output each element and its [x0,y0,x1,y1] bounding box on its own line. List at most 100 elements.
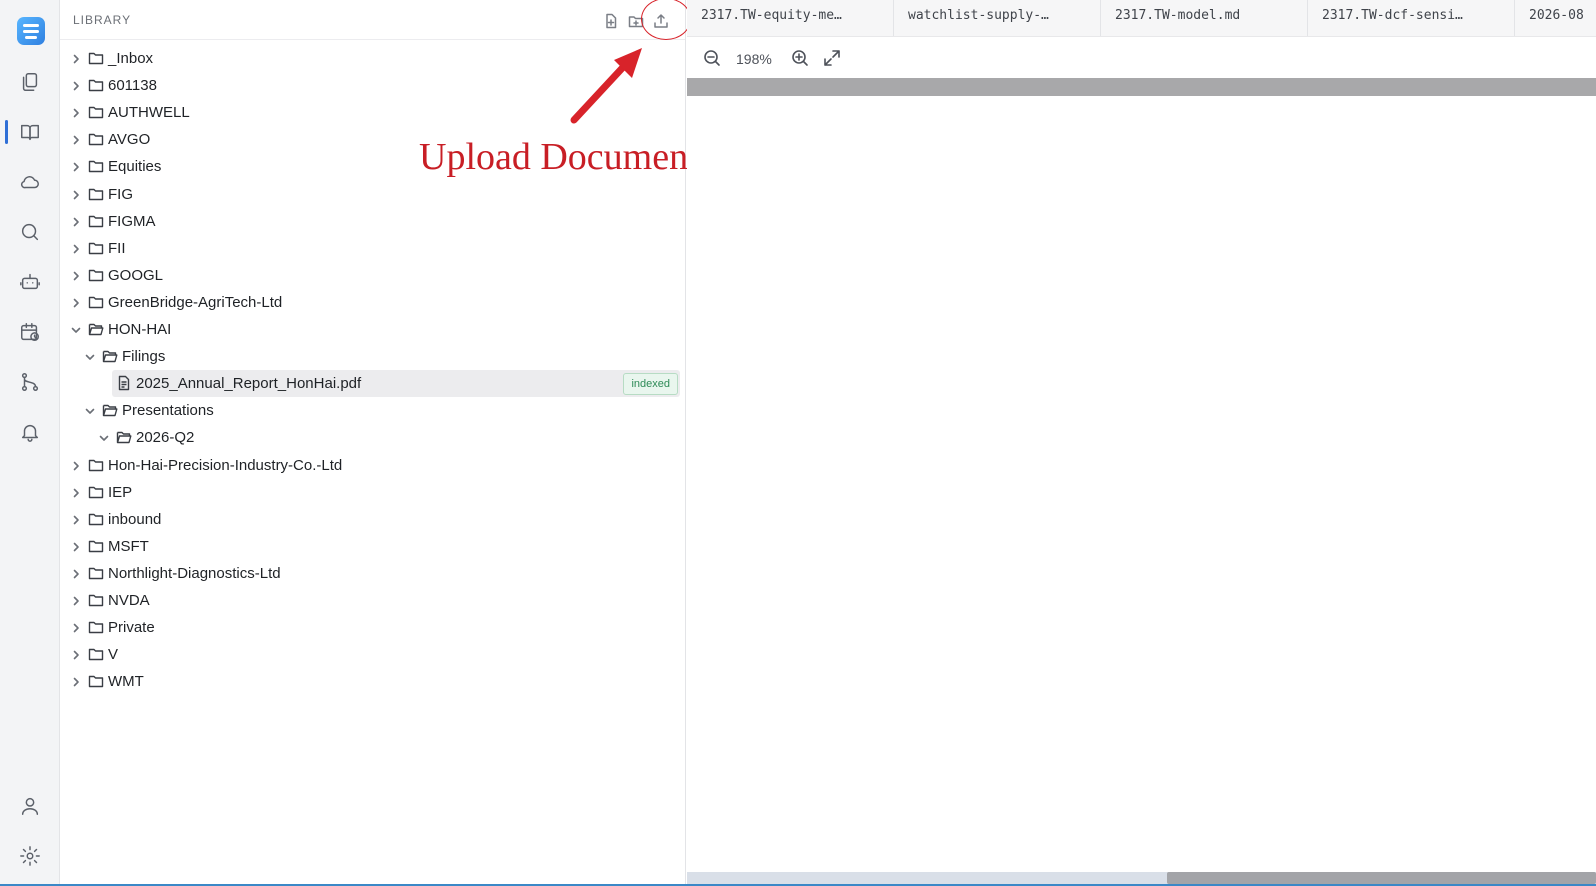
calendar-clock-icon[interactable] [0,312,60,352]
bell-icon[interactable] [0,412,60,452]
tree-folder-row[interactable]: Hon-Hai-Precision-Industry-Co.-Ltd [60,452,686,479]
chevron-right-icon[interactable] [70,188,82,200]
chevron-right-icon[interactable] [70,269,82,281]
folder-icon [88,511,104,527]
chevron-right-icon[interactable] [70,513,82,525]
tree-item-label: 2026-Q2 [136,429,195,447]
folder-icon [88,267,104,283]
cloud-icon[interactable] [0,162,60,202]
tree-folder-row[interactable]: FIGMA [60,208,686,235]
tree-folder-row[interactable]: Northlight-Diagnostics-Ltd [60,560,686,587]
zoom-out-icon[interactable] [703,49,721,67]
new-file-icon[interactable] [600,10,622,32]
folder-icon [88,457,104,473]
gear-icon[interactable] [0,836,60,876]
tree-folder-row[interactable]: GOOGL [60,262,686,289]
tree-item-label: IEP [108,483,133,501]
tree-item-label: Private [108,619,155,637]
chevron-down-icon[interactable] [98,431,110,443]
tree-item-label: MSFT [108,537,149,555]
file-icon [116,375,132,391]
tree-item-label: Presentations [122,402,214,420]
chevron-right-icon[interactable] [70,133,82,145]
tab-document[interactable]: 2026-08 [1515,0,1596,36]
tree-item-label: V [108,646,119,664]
tree-folder-row[interactable]: inbound [60,506,686,533]
zoom-in-icon[interactable] [791,49,809,67]
robot-icon[interactable] [0,262,60,302]
tab-document[interactable]: 2317.TW-equity-me… [687,0,894,36]
chevron-right-icon[interactable] [70,648,82,660]
tree-file-row[interactable]: 2025_Annual_Report_HonHai.pdf indexed [60,370,686,398]
tree-folder-row[interactable]: MSFT [60,533,686,560]
tree-folder-row[interactable]: V [60,641,686,668]
chevron-right-icon[interactable] [70,52,82,64]
document-page[interactable] [687,96,1596,872]
documents-icon[interactable] [0,62,60,102]
tree-item-label: Filings [122,348,166,366]
chevron-right-icon[interactable] [70,296,82,308]
tree-item-label: GreenBridge-AgriTech-Ltd [108,293,283,311]
icon-rail [0,0,60,886]
tree-folder-row[interactable]: Private [60,614,686,641]
tab-document[interactable]: 2317.TW-dcf-sensi… [1308,0,1515,36]
tab-document[interactable]: watchlist-supply-… [894,0,1101,36]
chevron-down-icon[interactable] [70,323,82,335]
chevron-right-icon[interactable] [70,486,82,498]
tree-folder-row[interactable]: Filings [60,343,686,370]
tree-item-label: AVGO [108,131,151,149]
library-panel: LIBRARY _Inbox 601138 AUTHWELL AVGO Equities… [60,0,686,886]
folder-icon [88,646,104,662]
tree-item-label: 2025_Annual_Report_HonHai.pdf [136,375,362,393]
folder-open-icon [116,429,132,445]
tree-folder-row[interactable]: Presentations [60,397,686,424]
chevron-down-icon[interactable] [84,404,96,416]
expand-icon[interactable] [823,49,841,67]
tree-folder-row[interactable]: FIG [60,181,686,208]
chevron-right-icon[interactable] [70,621,82,633]
tree-folder-row[interactable]: NVDA [60,587,686,614]
tree-folder-row[interactable]: WMT [60,668,686,695]
zoom-level: 198% [736,51,772,67]
tree-item-label: AUTHWELL [108,104,190,122]
chevron-right-icon[interactable] [70,459,82,471]
chevron-right-icon[interactable] [70,79,82,91]
tree-item-label: NVDA [108,592,150,609]
folder-icon [88,50,104,66]
chevron-right-icon[interactable] [70,594,82,606]
chevron-right-icon[interactable] [70,540,82,552]
folder-icon [88,240,104,256]
tree-folder-row[interactable]: HON-HAI [60,316,686,343]
user-icon[interactable] [0,786,60,826]
tab-document[interactable]: 2317.TW-model.md [1101,0,1308,36]
folder-icon [88,592,104,608]
tree-item-label: WMT [108,673,144,691]
tree-folder-row[interactable]: IEP [60,479,686,506]
chevron-right-icon[interactable] [70,242,82,254]
horizontal-scrollbar[interactable] [687,872,1596,884]
tree-folder-row[interactable]: FII [60,235,686,262]
tree-item-label: 601138 [108,77,157,95]
chevron-right-icon[interactable] [70,106,82,118]
search-icon[interactable] [0,212,60,252]
library-title: LIBRARY [73,13,132,27]
document-page-edge [687,78,1596,96]
chevron-right-icon[interactable] [70,675,82,687]
app-logo[interactable] [17,17,45,45]
tree-item-label: Equities [108,158,162,176]
tree-folder-row[interactable]: 2026-Q2 [60,424,686,451]
folder-icon [88,673,104,689]
book-open-icon[interactable] [0,112,60,152]
chevron-down-icon[interactable] [84,350,96,362]
tree-folder-row[interactable]: GreenBridge-AgriTech-Ltd [60,289,686,316]
folder-icon [88,484,104,500]
chevron-right-icon[interactable] [70,567,82,579]
tree-item-label: FII [108,239,126,257]
folder-icon [88,186,104,202]
chevron-right-icon[interactable] [70,160,82,172]
chevron-right-icon[interactable] [70,215,82,227]
folder-icon [88,213,104,229]
scrollbar-thumb[interactable] [1167,872,1596,884]
viewer-toolbar: 198% [687,37,1596,77]
git-branch-icon[interactable] [0,362,60,402]
